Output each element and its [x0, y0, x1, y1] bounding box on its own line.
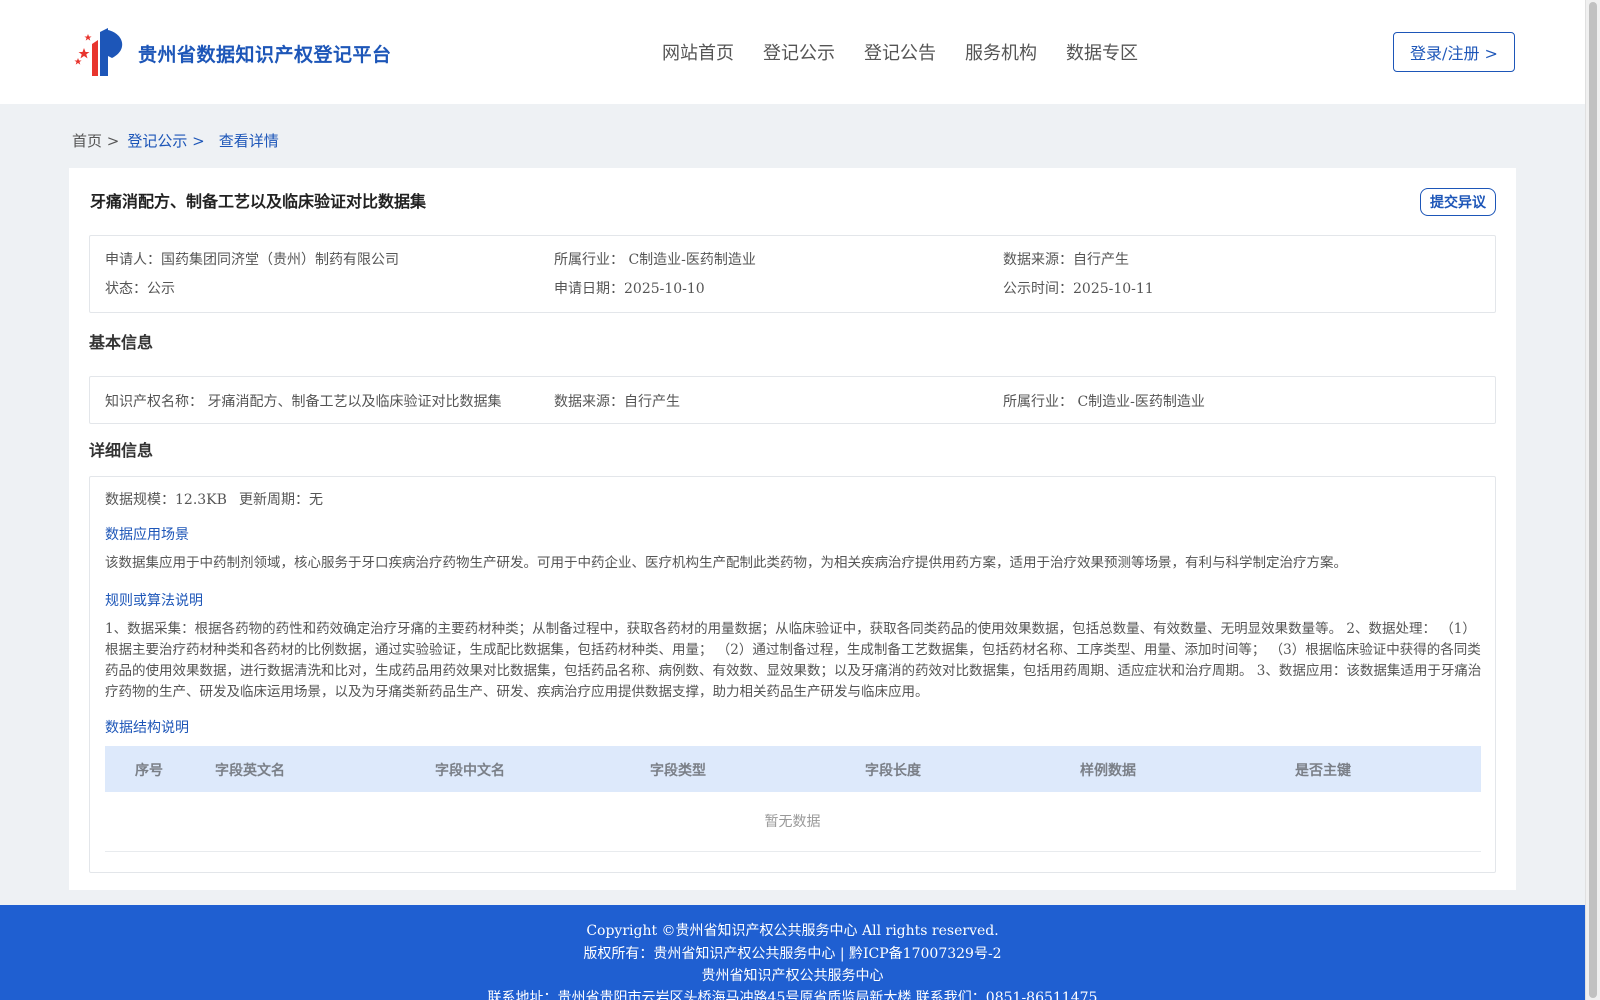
footer-contact: 联系地址：贵州省贵阳市云岩区头桥海马冲路45号原省质监局新大楼 联系我们：085…	[487, 990, 1098, 1000]
footer-organization: 贵州省知识产权公共服务中心	[701, 968, 884, 984]
breadcrumb: 首页 > 登记公示 > 查看详情	[72, 130, 279, 151]
table-empty-state: 暂无数据	[764, 814, 821, 830]
vertical-scrollbar[interactable]	[1585, 0, 1600, 1000]
detail-info-box: 数据规模：12.3KB 更新周期：无 数据应用场景 该数据集应用于中药制剂领域，…	[89, 476, 1496, 873]
meta-publish-date: 公示时间：2025-10-11	[1003, 281, 1154, 297]
basic-info-box: 知识产权名称： 牙痛消配方、制备工艺以及临床验证对比数据集 数据来源：自行产生 …	[89, 376, 1496, 424]
structure-table-header: 序号 字段英文名 字段中文名 字段类型 字段长度 样例数据 是否主键	[105, 746, 1481, 792]
breadcrumb-registration-notice[interactable]: 登记公示 >	[127, 130, 204, 151]
column-header-primary-key: 是否主键	[1295, 763, 1351, 779]
table-divider	[105, 851, 1481, 852]
detail-info-title: 详细信息	[89, 441, 154, 460]
main-nav: 网站首页 登记公示 登记公告 服务机构 数据专区	[662, 39, 1167, 65]
rules-text: 1、数据采集：根据各药物的药性和药效确定治疗牙痛的主要药材种类；从制备过程中，获…	[105, 621, 1482, 700]
column-header-field-length: 字段长度	[865, 763, 921, 779]
scenario-text: 该数据集应用于中药制剂领域，核心服务于牙口疾病治疗药物生产研发。可用于中药企业、…	[105, 555, 1347, 571]
nav-service-agencies[interactable]: 服务机构	[965, 39, 1037, 65]
site-logo[interactable]: 贵州省数据知识产权登记平台	[72, 26, 392, 80]
meta-status: 状态：公示	[105, 281, 175, 297]
column-header-field-type: 字段类型	[650, 763, 706, 779]
detail-scale: 数据规模：12.3KB	[105, 492, 227, 508]
column-header-field-cn: 字段中文名	[435, 763, 505, 779]
column-header-sample: 样例数据	[1080, 763, 1136, 779]
column-header-index: 序号	[135, 763, 163, 779]
detail-update-cycle: 更新周期：无	[239, 492, 323, 508]
scenario-title: 数据应用场景	[105, 527, 189, 543]
record-title: 牙痛消配方、制备工艺以及临床验证对比数据集	[90, 192, 427, 211]
logo-emblem-icon	[74, 28, 123, 76]
scrollbar-thumb[interactable]	[1589, 2, 1597, 998]
basic-ip-name: 知识产权名称： 牙痛消配方、制备工艺以及临床验证对比数据集	[105, 394, 502, 410]
structure-title: 数据结构说明	[105, 720, 189, 736]
meta-applicant: 申请人：国药集团同济堂（贵州）制药有限公司	[105, 252, 399, 268]
column-header-field-en: 字段英文名	[215, 763, 285, 779]
meta-apply-date: 申请日期：2025-10-10	[554, 281, 705, 297]
basic-industry: 所属行业： C制造业-医药制造业	[1003, 394, 1205, 410]
meta-industry: 所属行业： C制造业-医药制造业	[554, 252, 756, 268]
page: 贵州省数据知识产权登记平台 网站首页 登记公示 登记公告 服务机构 数据专区 登…	[0, 0, 1585, 1000]
submit-objection-button[interactable]: 提交异议	[1420, 188, 1496, 216]
record-meta-box: 申请人：国药集团同济堂（贵州）制药有限公司 所属行业： C制造业-医药制造业 数…	[89, 235, 1496, 313]
breadcrumb-current: 查看详情	[218, 132, 279, 150]
nav-registration-notice[interactable]: 登记公示	[763, 39, 835, 65]
basic-source: 数据来源：自行产生	[554, 394, 680, 410]
rules-title: 规则或算法说明	[105, 593, 203, 609]
footer-copyright: Copyright ©贵州省知识产权公共服务中心 All rights rese…	[586, 923, 999, 939]
nav-data-zone[interactable]: 数据专区	[1066, 39, 1138, 65]
nav-registration-announcement[interactable]: 登记公告	[864, 39, 936, 65]
nav-home[interactable]: 网站首页	[662, 39, 734, 65]
basic-info-title: 基本信息	[89, 333, 154, 352]
meta-source: 数据来源：自行产生	[1003, 252, 1129, 268]
detail-card: 牙痛消配方、制备工艺以及临床验证对比数据集 提交异议 申请人：国药集团同济堂（贵…	[69, 168, 1516, 890]
site-header: 贵州省数据知识产权登记平台 网站首页 登记公示 登记公告 服务机构 数据专区 登…	[0, 0, 1585, 104]
breadcrumb-home[interactable]: 首页 >	[72, 130, 119, 151]
footer-ownership: 版权所有：贵州省知识产权公共服务中心 | 黔ICP备17007329号-2	[583, 946, 1002, 962]
login-register-button[interactable]: 登录/注册 >	[1393, 32, 1515, 72]
site-footer: Copyright ©贵州省知识产权公共服务中心 All rights rese…	[0, 905, 1585, 1000]
site-title: 贵州省数据知识产权登记平台	[138, 43, 392, 66]
